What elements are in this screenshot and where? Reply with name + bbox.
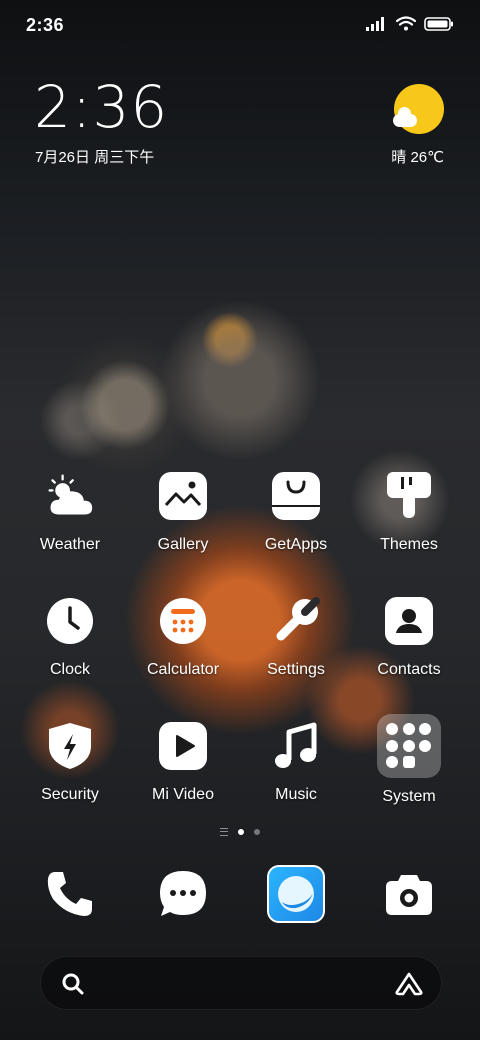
assistant-icon[interactable] <box>395 972 423 996</box>
status-bar: 2:36 <box>0 0 480 50</box>
app-gallery[interactable]: Gallery <box>128 472 238 554</box>
app-label: Calculator <box>146 661 220 678</box>
app-label: Weather <box>39 536 101 553</box>
folder-grid <box>377 714 441 778</box>
app-settings[interactable]: Settings <box>241 597 351 679</box>
folder-app-dot <box>402 739 415 752</box>
folder-app-dot <box>419 723 432 735</box>
app-label: System <box>382 788 436 805</box>
app-label: Mi Video <box>152 786 214 803</box>
clock-icon <box>46 597 94 645</box>
dock-messages[interactable] <box>151 862 215 926</box>
app-music[interactable]: Music <box>241 722 351 804</box>
app-label: Security <box>41 786 99 803</box>
app-getapps[interactable]: GetApps <box>241 472 351 554</box>
app-label: Clock <box>49 661 90 678</box>
dock-phone[interactable] <box>38 862 102 926</box>
search-icon[interactable] <box>61 972 85 996</box>
dock-browser[interactable] <box>264 862 328 926</box>
app-mivideo[interactable]: Mi Video <box>128 722 238 804</box>
getapps-bag-icon <box>272 472 320 520</box>
status-icons <box>366 16 454 31</box>
app-contacts[interactable]: Contacts <box>354 597 464 679</box>
app-calculator[interactable]: Calculator <box>128 597 238 679</box>
music-note-icon <box>272 722 320 770</box>
folder-app-dot <box>386 723 398 735</box>
phone-icon <box>47 872 92 916</box>
app-themes[interactable]: Themes <box>354 472 464 554</box>
weather-widget[interactable]: 晴 26℃ <box>384 82 444 172</box>
folder-icon <box>377 714 441 778</box>
app-security[interactable]: Security <box>15 722 125 804</box>
signal-icon <box>366 16 384 31</box>
folder-system[interactable]: System <box>354 714 464 806</box>
app-label: Settings <box>267 661 325 678</box>
folder-app-dot <box>419 739 432 752</box>
app-weather[interactable]: Weather <box>15 472 125 554</box>
app-label: GetApps <box>264 536 328 553</box>
contacts-person-icon <box>385 597 433 645</box>
play-icon <box>159 722 207 770</box>
app-label: Music <box>275 786 317 803</box>
folder-app-dot <box>386 739 398 752</box>
calculator-icon <box>159 597 207 645</box>
page-dot-active <box>238 829 244 835</box>
browser-icon <box>267 865 325 923</box>
wifi-icon <box>396 16 416 31</box>
page-indicator[interactable] <box>0 828 480 836</box>
camera-icon <box>386 875 432 915</box>
folder-app-dot <box>402 723 415 735</box>
wrench-icon <box>272 597 320 645</box>
folder-app-dot <box>386 756 398 769</box>
search-bar[interactable] <box>40 956 442 1010</box>
weather-widget-text: 晴 26℃ <box>391 149 444 166</box>
message-bubble-icon <box>160 871 206 916</box>
app-clock[interactable]: Clock <box>15 597 125 679</box>
weather-app-icon <box>46 472 94 520</box>
page-list-icon <box>220 828 228 836</box>
folder-app-dot <box>402 756 415 769</box>
dock-camera[interactable] <box>377 862 441 926</box>
status-time: 2:36 <box>26 15 65 35</box>
paint-brush-icon <box>385 472 433 520</box>
cloud-icon <box>393 107 417 127</box>
battery-icon <box>424 16 453 31</box>
clock-widget-date: 7月26日 周三下午 <box>35 149 155 166</box>
app-label: Gallery <box>157 536 209 553</box>
shield-icon <box>46 722 94 770</box>
page-dot <box>254 829 260 835</box>
app-label: Themes <box>380 536 438 553</box>
gallery-icon <box>159 472 207 520</box>
app-label: Contacts <box>377 661 441 678</box>
clock-widget-time[interactable]: 2:36 <box>34 78 168 136</box>
